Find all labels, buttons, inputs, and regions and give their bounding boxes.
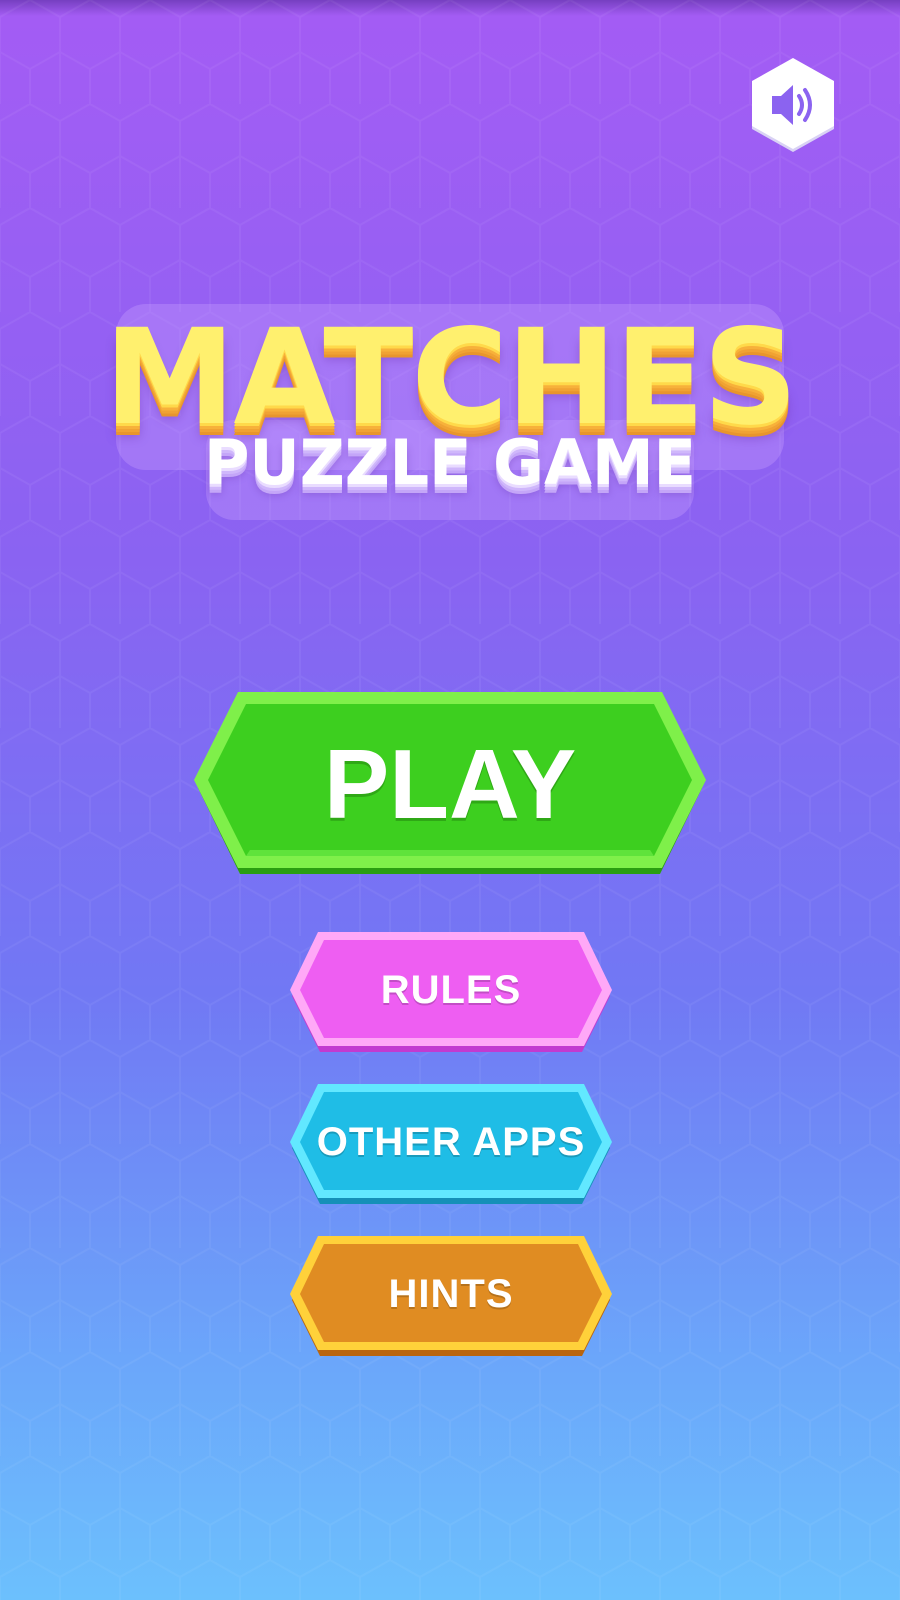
other-apps-button[interactable]: OTHER APPS <box>286 1082 616 1206</box>
status-bar-shade <box>0 0 900 16</box>
hexagon-frame-icon <box>752 58 834 152</box>
sound-toggle-button[interactable] <box>748 56 838 156</box>
rules-label: RULES <box>380 968 522 1012</box>
hints-label: HINTS <box>388 1272 514 1316</box>
hints-button[interactable]: HINTS <box>286 1234 616 1358</box>
game-subtitle: PUZZLE GAME <box>203 426 697 499</box>
play-label: PLAY <box>323 729 577 839</box>
rules-button[interactable]: RULES <box>286 930 616 1054</box>
other-apps-label: OTHER APPS <box>316 1120 586 1164</box>
game-logo: MATCHES PUZZLE GAME <box>0 290 900 540</box>
play-button[interactable]: PLAY <box>188 690 712 886</box>
